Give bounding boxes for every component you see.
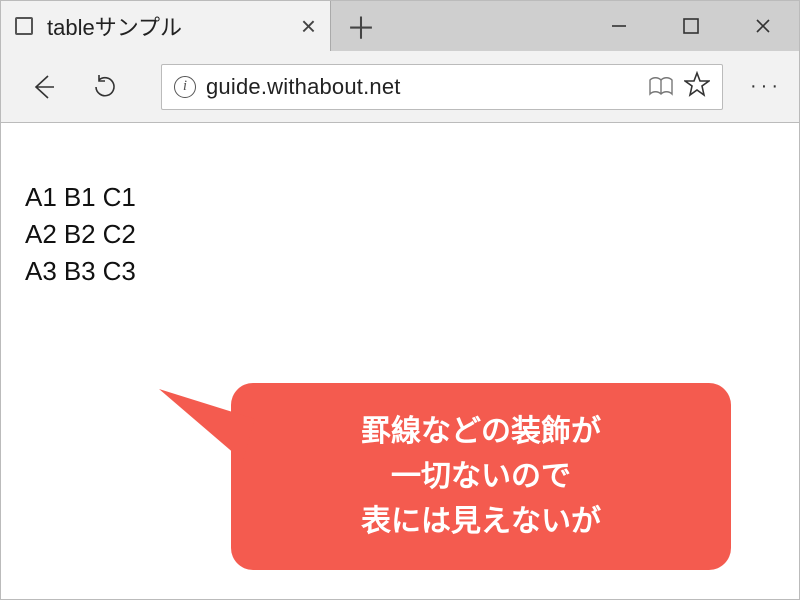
tab-strip: tableサンプル × ＋ xyxy=(1,1,799,51)
sample-table: A1 B1 C1 A2 B2 C2 A3 B3 C3 xyxy=(25,179,154,290)
refresh-button[interactable] xyxy=(83,65,127,109)
tab-title: tableサンプル xyxy=(47,10,287,42)
minimize-button[interactable] xyxy=(583,1,655,51)
page-icon xyxy=(15,17,33,35)
table-cell: C1 xyxy=(101,179,154,216)
browser-window: tableサンプル × ＋ i guide.withabout.net xyxy=(0,0,800,600)
table-row: A3 B3 C3 xyxy=(25,253,154,290)
more-button[interactable]: ··· xyxy=(741,75,791,98)
table-cell: A3 xyxy=(25,253,62,290)
table-cell: C3 xyxy=(101,253,154,290)
page-content: A1 B1 C1 A2 B2 C2 A3 B3 C3 罫線などの装飾が 一切ない… xyxy=(1,123,799,599)
browser-tab[interactable]: tableサンプル × xyxy=(1,1,331,51)
callout-line: 一切ないので xyxy=(261,454,701,499)
favorite-button[interactable] xyxy=(684,71,710,102)
new-tab-button[interactable]: ＋ xyxy=(331,1,391,51)
callout-line: 罫線などの装飾が xyxy=(261,409,701,454)
table-cell: B1 xyxy=(62,179,101,216)
close-window-button[interactable] xyxy=(727,1,799,51)
close-tab-button[interactable]: × xyxy=(301,13,316,39)
url-text: guide.withabout.net xyxy=(206,74,638,100)
maximize-button[interactable] xyxy=(655,1,727,51)
annotation-callout: 罫線などの装飾が 一切ないので 表には見えないが xyxy=(231,383,731,570)
back-button[interactable] xyxy=(21,65,65,109)
table-row: A2 B2 C2 xyxy=(25,216,154,253)
table-cell: A1 xyxy=(25,179,62,216)
table-cell: C2 xyxy=(101,216,154,253)
toolbar: i guide.withabout.net ··· xyxy=(1,51,799,123)
reading-view-icon[interactable] xyxy=(648,76,674,98)
table-cell: B3 xyxy=(62,253,101,290)
site-info-icon[interactable]: i xyxy=(174,76,196,98)
table-cell: B2 xyxy=(62,216,101,253)
callout-line: 表には見えないが xyxy=(261,499,701,544)
address-bar[interactable]: i guide.withabout.net xyxy=(161,64,723,110)
callout-bubble: 罫線などの装飾が 一切ないので 表には見えないが xyxy=(231,383,731,570)
table-row: A1 B1 C1 xyxy=(25,179,154,216)
table-cell: A2 xyxy=(25,216,62,253)
